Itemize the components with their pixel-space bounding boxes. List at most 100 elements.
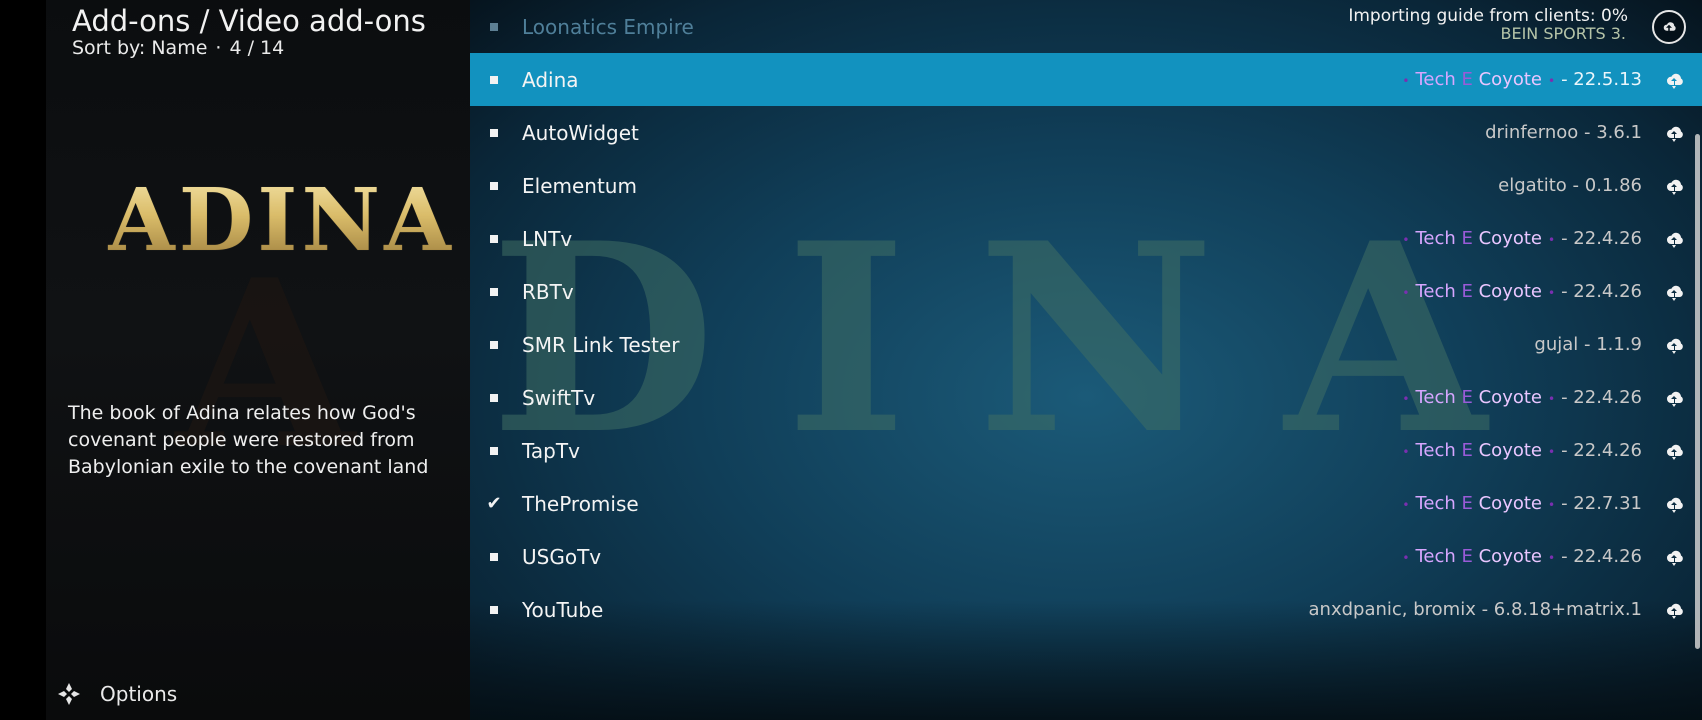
author-coyote: Coyote	[1478, 493, 1542, 514]
author-dot: •	[1402, 445, 1410, 459]
update-download-icon	[1666, 338, 1683, 354]
addon-author-version: • Tech E Coyote • - 22.4.26	[1396, 387, 1642, 408]
author-coyote: Coyote	[1478, 440, 1542, 461]
author-dot: •	[1548, 286, 1556, 300]
addon-version: - 22.7.31	[1561, 493, 1642, 514]
update-download-icon	[1666, 550, 1683, 566]
addon-author-version: • Tech E Coyote • - 22.5.13	[1396, 69, 1642, 90]
update-download-icon	[1666, 497, 1683, 513]
author-dot: •	[1548, 445, 1556, 459]
author-coyote: Coyote	[1478, 387, 1542, 408]
options-icon	[56, 681, 82, 707]
addon-description: The book of Adina relates how God's cove…	[68, 402, 429, 478]
author-dot: •	[1402, 392, 1410, 406]
author-tech: Tech	[1415, 546, 1456, 567]
addon-name: USGoTv	[522, 544, 602, 569]
author-coyote: Coyote	[1478, 69, 1542, 90]
author-dot: •	[1402, 551, 1410, 565]
update-download-icon	[1666, 232, 1683, 248]
addon-row[interactable]: TapTv • Tech E Coyote • - 22.4.26	[470, 424, 1702, 477]
author-e: E	[1461, 387, 1473, 408]
addon-author-version: elgatito - 0.1.86	[1498, 175, 1642, 196]
addon-author-version: • Tech E Coyote • - 22.4.26	[1396, 228, 1642, 249]
addon-name: RBTv	[522, 279, 574, 304]
addon-row[interactable]: USGoTv • Tech E Coyote • - 22.4.26	[470, 530, 1702, 583]
page-title: Add-ons / Video add-ons	[72, 4, 426, 38]
author-tech: Tech	[1415, 69, 1456, 90]
addon-row[interactable]: LNTv • Tech E Coyote • - 22.4.26	[470, 212, 1702, 265]
addon-version: - 22.4.26	[1561, 281, 1642, 302]
author-tech: Tech	[1415, 228, 1456, 249]
update-download-icon	[1666, 391, 1683, 407]
addon-name: ThePromise	[522, 491, 639, 516]
author-dot: •	[1548, 498, 1556, 512]
author-dot: •	[1548, 392, 1556, 406]
bullet-icon	[490, 393, 498, 402]
update-download-icon	[1666, 73, 1683, 89]
addon-version: - 22.5.13	[1561, 69, 1642, 90]
author-coyote: Coyote	[1478, 228, 1542, 249]
author-dot: •	[1548, 233, 1556, 247]
addon-author-version: anxdpanic, bromix - 6.8.18+matrix.1	[1308, 599, 1642, 620]
notification-subtext: BEIN SPORTS 3.	[1500, 24, 1627, 43]
addon-row[interactable]: RBTv • Tech E Coyote • - 22.4.26	[470, 265, 1702, 318]
addon-name: AutoWidget	[522, 120, 639, 145]
author-e: E	[1461, 546, 1473, 567]
update-download-icon	[1666, 285, 1683, 301]
addon-name: TapTv	[522, 438, 580, 463]
addon-author-version: • Tech E Coyote • - 22.7.31	[1396, 493, 1642, 514]
addon-author-version: • Tech E Coyote • - 22.4.26	[1396, 546, 1642, 567]
addon-name: Adina	[522, 67, 579, 92]
author-tech: Tech	[1415, 387, 1456, 408]
bullet-icon	[490, 446, 498, 455]
options-button[interactable]: Options	[56, 681, 177, 707]
author-dot: •	[1402, 74, 1410, 88]
author-dot: •	[1402, 498, 1410, 512]
bullet-icon	[490, 181, 498, 190]
bullet-icon	[490, 340, 498, 349]
addon-author-version: • Tech E Coyote • - 22.4.26	[1396, 440, 1642, 461]
addon-list-area: DINA Loonatics Empire Adina • Tech E Coyote…	[470, 0, 1702, 720]
addon-version: - 22.4.26	[1561, 387, 1642, 408]
addon-version: - 22.4.26	[1561, 228, 1642, 249]
addon-row[interactable]: SMR Link Tester gujal - 1.1.9	[470, 318, 1702, 371]
author-dot: •	[1402, 233, 1410, 247]
bullet-icon	[490, 128, 498, 137]
addon-author-version: drinfernoo - 3.6.1	[1485, 122, 1642, 143]
bullet-icon	[490, 22, 498, 31]
update-download-icon	[1666, 126, 1683, 142]
installed-check-icon: ✔	[486, 493, 502, 514]
author-e: E	[1461, 493, 1473, 514]
bullet-icon	[490, 234, 498, 243]
scrollbar[interactable]	[1695, 134, 1700, 649]
addon-author-version: • Tech E Coyote • - 22.4.26	[1396, 281, 1642, 302]
update-download-icon	[1666, 179, 1683, 195]
addon-row[interactable]: ✔ ThePromise • Tech E Coyote • - 22.7.31	[470, 477, 1702, 530]
author-dot: •	[1402, 286, 1410, 300]
author-tech: Tech	[1415, 440, 1456, 461]
author-coyote: Coyote	[1478, 281, 1542, 302]
options-label: Options	[100, 682, 178, 706]
addon-name: SwiftTv	[522, 385, 596, 410]
addon-logo: ADINA	[108, 170, 455, 271]
update-download-icon	[1666, 444, 1683, 460]
addon-row[interactable]: Elementum elgatito - 0.1.86	[470, 159, 1702, 212]
addon-version: - 22.4.26	[1561, 546, 1642, 567]
download-progress-icon	[1652, 10, 1686, 44]
addon-name: LNTv	[522, 226, 573, 251]
screen-edge	[0, 0, 46, 720]
author-e: E	[1461, 228, 1473, 249]
item-position: 4 / 14	[229, 37, 285, 59]
addon-name: YouTube	[522, 597, 604, 622]
author-tech: Tech	[1415, 493, 1456, 514]
addon-row[interactable]: YouTube anxdpanic, bromix - 6.8.18+matrix…	[470, 583, 1702, 636]
addon-row[interactable]: Adina • Tech E Coyote • - 22.5.13	[470, 53, 1702, 106]
addon-version: - 22.4.26	[1561, 440, 1642, 461]
addon-row[interactable]: AutoWidget drinfernoo - 3.6.1	[470, 106, 1702, 159]
info-panel: A Add-ons / Video add-ons Sort by: Name ·…	[46, 0, 470, 720]
bullet-icon	[490, 75, 498, 84]
addon-row[interactable]: SwiftTv • Tech E Coyote • - 22.4.26	[470, 371, 1702, 424]
update-download-icon	[1666, 603, 1683, 619]
author-dot: •	[1548, 551, 1556, 565]
sort-separator: ·	[215, 37, 222, 59]
